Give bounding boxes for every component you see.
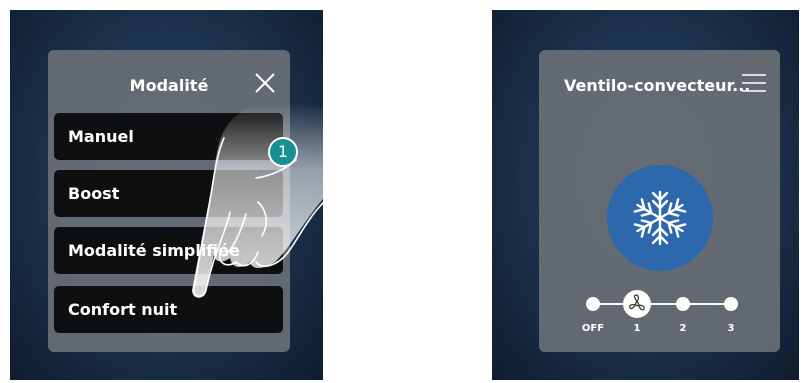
fan-coil-title: Ventilo-convecteur... <box>564 76 751 95</box>
mode-item-confort-nuit[interactable]: Confort nuit <box>54 286 283 333</box>
menu-icon[interactable] <box>740 72 768 94</box>
step-number-badge: 1 <box>268 137 298 167</box>
speed-label-3: 3 <box>727 323 735 334</box>
mode-panel: Modalité Manuel Boost Modalité simplifié… <box>48 50 290 352</box>
close-icon[interactable] <box>254 72 276 94</box>
speed-3-dot[interactable] <box>724 297 738 311</box>
speed-2-dot[interactable] <box>676 297 690 311</box>
mode-screen: Modalité Manuel Boost Modalité simplifié… <box>10 10 323 380</box>
speed-label-1: 1 <box>633 323 641 334</box>
snowflake-icon <box>633 190 687 246</box>
speed-off-dot[interactable] <box>586 297 600 311</box>
speed-label-2: 2 <box>679 323 687 334</box>
speed-label-off: OFF <box>581 323 605 334</box>
cooling-mode-button[interactable] <box>607 165 713 271</box>
mode-item-manuel[interactable]: Manuel <box>54 113 283 160</box>
mode-item-simplified[interactable]: Modalité simplifiée <box>54 227 283 274</box>
mode-item-boost[interactable]: Boost <box>54 170 283 217</box>
speed-slider-track <box>593 303 731 305</box>
fan-icon <box>629 294 645 311</box>
fan-coil-panel: Ventilo-convecteur... OFF 1 2 3 <box>539 50 780 352</box>
fan-coil-screen: Ventilo-convecteur... OFF 1 2 3 <box>492 10 799 380</box>
speed-1-selected[interactable] <box>623 290 651 318</box>
